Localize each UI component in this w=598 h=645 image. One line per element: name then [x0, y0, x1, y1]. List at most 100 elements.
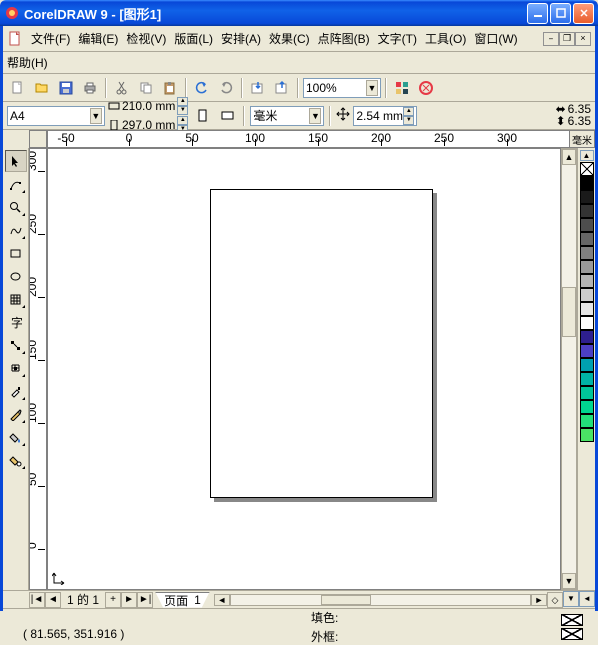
undo-button[interactable] — [191, 77, 213, 99]
color-swatch[interactable] — [580, 260, 594, 274]
polygon-tool[interactable] — [5, 288, 27, 310]
vscroll-track[interactable] — [562, 165, 576, 573]
width-down[interactable]: ▼ — [177, 106, 188, 115]
menu-window[interactable]: 窗口(W) — [470, 28, 521, 49]
add-page-left-button[interactable]: + — [105, 592, 121, 608]
nudge-combo[interactable]: ▲▼ — [353, 106, 417, 126]
width-up[interactable]: ▲ — [177, 97, 188, 106]
landscape-button[interactable] — [216, 105, 238, 127]
menu-effects[interactable]: 效果(C) — [265, 28, 314, 49]
text-tool[interactable]: 字 — [5, 311, 27, 333]
hscroll-thumb[interactable] — [321, 595, 371, 605]
paper-dropdown-icon[interactable]: ▼ — [90, 108, 102, 124]
shape-tool[interactable] — [5, 173, 27, 195]
color-swatch[interactable] — [580, 372, 594, 386]
nudge-input[interactable] — [356, 109, 403, 123]
color-swatch[interactable] — [580, 316, 594, 330]
export-button[interactable] — [271, 77, 293, 99]
color-swatch[interactable] — [580, 302, 594, 316]
color-swatch[interactable] — [580, 288, 594, 302]
cut-button[interactable] — [111, 77, 133, 99]
color-swatch[interactable] — [580, 358, 594, 372]
mdi-close-button[interactable]: × — [575, 32, 591, 46]
menu-text[interactable]: 文字(T) — [374, 28, 421, 49]
scroll-up-button[interactable]: ▲ — [562, 149, 576, 165]
menu-tools[interactable]: 工具(O) — [421, 28, 470, 49]
menu-file[interactable]: 文件(F) — [27, 28, 74, 49]
height-up[interactable]: ▲ — [177, 116, 188, 125]
interactive-transparency-tool[interactable] — [5, 357, 27, 379]
color-swatch[interactable] — [580, 386, 594, 400]
units-dropdown-icon[interactable]: ▼ — [309, 108, 321, 124]
nudge-up[interactable]: ▲ — [403, 107, 414, 116]
menu-layout[interactable]: 版面(L) — [170, 28, 217, 49]
scroll-right-button[interactable]: ► — [531, 594, 547, 606]
copy-button[interactable] — [135, 77, 157, 99]
rectangle-tool[interactable] — [5, 242, 27, 264]
color-swatch[interactable] — [580, 428, 594, 442]
color-swatch[interactable] — [580, 232, 594, 246]
open-button[interactable] — [31, 77, 53, 99]
color-swatch[interactable] — [580, 218, 594, 232]
zoom-combo[interactable]: ▼ — [303, 78, 381, 98]
page-tab[interactable]: 页面1 — [155, 592, 210, 608]
drawing-canvas[interactable] — [47, 148, 561, 590]
color-swatch[interactable] — [580, 344, 594, 358]
current-fill-swatch[interactable] — [561, 614, 583, 626]
next-page-button[interactable]: ► — [121, 592, 137, 608]
interactive-fill-tool[interactable] — [5, 334, 27, 356]
import-button[interactable] — [247, 77, 269, 99]
app-launcher-button[interactable] — [391, 77, 413, 99]
vscroll-thumb[interactable] — [562, 287, 576, 337]
palette-up-button[interactable]: ▲ — [580, 150, 594, 161]
new-button[interactable] — [7, 77, 29, 99]
corel-online-button[interactable] — [415, 77, 437, 99]
units-combo[interactable]: ▼ — [250, 106, 324, 126]
print-button[interactable] — [79, 77, 101, 99]
no-color-swatch[interactable] — [580, 162, 594, 176]
color-swatch[interactable] — [580, 190, 594, 204]
redo-button[interactable] — [215, 77, 237, 99]
horizontal-scrollbar[interactable]: ◄ ► — [214, 594, 547, 606]
current-outline-swatch[interactable] — [561, 628, 583, 640]
vertical-ruler[interactable]: 050100150200250300 — [29, 148, 47, 590]
color-swatch[interactable] — [580, 176, 594, 190]
prev-page-button[interactable]: ◄ — [45, 592, 61, 608]
minimize-button[interactable] — [527, 3, 548, 24]
color-swatch[interactable] — [580, 330, 594, 344]
last-page-button[interactable]: ►| — [137, 592, 153, 608]
paper-size-input[interactable] — [10, 109, 90, 123]
color-swatch[interactable] — [580, 204, 594, 218]
scroll-left-button[interactable]: ◄ — [214, 594, 230, 606]
mdi-restore-button[interactable]: ❐ — [559, 32, 575, 46]
color-swatch[interactable] — [580, 246, 594, 260]
color-swatch[interactable] — [580, 274, 594, 288]
mdi-minimize-button[interactable]: – — [543, 32, 559, 46]
portrait-button[interactable] — [191, 105, 213, 127]
pick-tool[interactable] — [5, 150, 27, 172]
menu-arrange[interactable]: 安排(A) — [217, 28, 265, 49]
eyedropper-tool[interactable] — [5, 380, 27, 402]
horizontal-ruler[interactable]: 毫米 -50050100150200250300 — [47, 130, 595, 148]
fill-tool[interactable] — [5, 426, 27, 448]
menu-help[interactable]: 帮助(H) — [7, 54, 48, 71]
zoom-tool[interactable] — [5, 196, 27, 218]
ruler-origin[interactable] — [29, 130, 47, 148]
units-input[interactable] — [253, 109, 309, 123]
menu-bitmap[interactable]: 点阵图(B) — [314, 28, 374, 49]
palette-flyout-button[interactable]: ◄ — [579, 591, 595, 607]
close-button[interactable] — [573, 3, 594, 24]
maximize-button[interactable] — [550, 3, 571, 24]
zoom-input[interactable] — [306, 81, 366, 95]
palette-down-button[interactable]: ▼ — [563, 591, 579, 607]
paste-button[interactable] — [159, 77, 181, 99]
zoom-dropdown-icon[interactable]: ▼ — [366, 80, 378, 96]
nudge-down[interactable]: ▼ — [403, 116, 414, 125]
paper-size-combo[interactable]: ▼ — [7, 106, 105, 126]
menu-view[interactable]: 检视(V) — [122, 28, 170, 49]
hscroll-track[interactable] — [230, 594, 531, 606]
freehand-tool[interactable] — [5, 219, 27, 241]
menu-edit[interactable]: 编辑(E) — [74, 28, 122, 49]
navigator-button[interactable]: ◇ — [547, 592, 563, 608]
scroll-down-button[interactable]: ▼ — [562, 573, 576, 589]
